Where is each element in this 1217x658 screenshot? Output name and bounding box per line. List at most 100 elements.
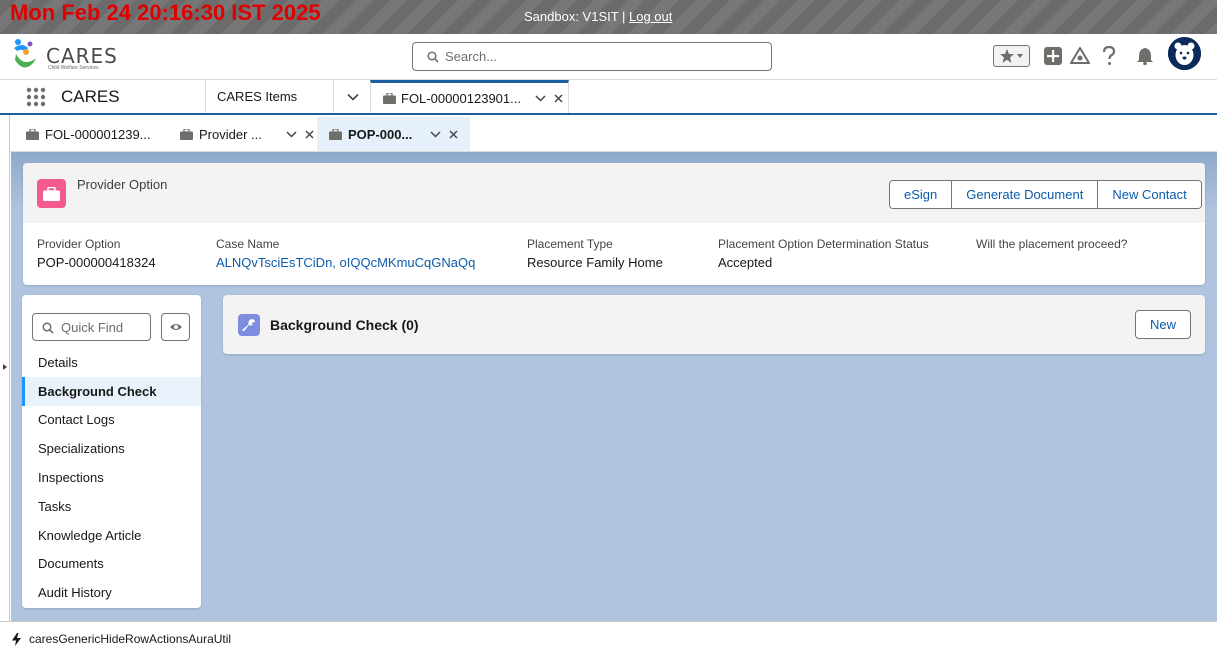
briefcase-icon (329, 128, 342, 140)
new-contact-button[interactable]: New Contact (1097, 181, 1201, 208)
lightning-bolt-icon (12, 632, 21, 646)
close-icon[interactable] (449, 130, 458, 139)
expand-arrow-icon[interactable] (3, 364, 7, 370)
global-header: CARES Child Welfare Services (0, 34, 1217, 80)
highlight-determination-status: Placement Option Determination Status Ac… (718, 237, 929, 270)
related-nav-item-details[interactable]: Details (22, 348, 201, 377)
toggle-visibility-button[interactable] (161, 313, 190, 341)
briefcase-icon (43, 186, 60, 201)
logo-figure-icon (14, 39, 36, 68)
case-name-link[interactable]: ALNQvTsciEsTCiDn, oIQQcMKmuCqGNaQq (216, 255, 475, 270)
record-type-label: Provider Option (77, 177, 168, 192)
trailhead-button[interactable] (1069, 42, 1091, 70)
chevron-down-icon[interactable] (535, 94, 546, 102)
esign-button[interactable]: eSign (890, 181, 952, 208)
global-add-button[interactable] (1043, 42, 1063, 70)
highlight-placement-proceed: Will the placement proceed? (976, 237, 1127, 255)
generate-document-button[interactable]: Generate Document (951, 181, 1098, 208)
field-value: Accepted (718, 255, 773, 270)
highlight-case-name: Case Name ALNQvTsciEsTCiDn, oIQQcMKmuCqG… (216, 237, 475, 270)
app-navigation-bar: CARES CARES Items FOL-00000123901... (0, 80, 1217, 115)
clock-text: Mon Feb 24 20:16:30 IST 2025 (10, 0, 321, 25)
chevron-down-icon (346, 93, 359, 101)
help-button[interactable] (1099, 42, 1119, 70)
chevron-down-icon[interactable] (1015, 48, 1025, 64)
trailhead-icon (1070, 47, 1090, 64)
app-name: CARES (61, 87, 120, 106)
briefcase-icon (383, 92, 396, 104)
field-label: Placement Type (527, 237, 613, 251)
add-icon (1044, 47, 1062, 65)
field-value: POP-000000418324 (37, 255, 156, 270)
related-list-title[interactable]: Background Check (0) (270, 317, 419, 333)
utility-item[interactable]: caresGenericHideRowActionsAuraUtil (12, 632, 231, 646)
related-nav-item-audit-history[interactable]: Audit History (22, 578, 201, 607)
utility-bar: caresGenericHideRowActionsAuraUtil (0, 621, 1217, 658)
cares-logo[interactable]: CARES Child Welfare Services (12, 38, 122, 76)
global-search-input[interactable] (445, 43, 765, 70)
notifications-bell-icon (1137, 48, 1153, 65)
briefcase-icon (26, 128, 39, 140)
favorites-star-icon[interactable] (999, 48, 1015, 64)
related-list-icon (238, 314, 260, 336)
nav-tab-cares-items[interactable]: CARES Items (205, 80, 333, 113)
quick-find-input[interactable] (61, 314, 149, 340)
close-icon[interactable] (305, 130, 314, 139)
new-background-check-button[interactable]: New (1135, 310, 1191, 339)
related-nav-item-contact-logs[interactable]: Contact Logs (22, 406, 201, 435)
close-icon[interactable] (554, 94, 563, 103)
field-label: Placement Option Determination Status (718, 237, 929, 251)
field-value: Resource Family Home (527, 255, 663, 270)
bear-avatar-icon (1168, 37, 1201, 70)
user-avatar[interactable] (1168, 37, 1201, 70)
related-nav-item-inspections[interactable]: Inspections (22, 463, 201, 492)
subtab-provider[interactable]: Provider ... (180, 117, 320, 151)
subtab-label: POP-000... (348, 126, 413, 142)
background-check-related-list: Background Check (0) New (223, 295, 1205, 354)
split-view-gutter[interactable] (0, 115, 10, 621)
search-icon (42, 322, 54, 334)
nav-tab-label: FOL-00000123901... (401, 90, 521, 106)
related-list-navigation: Details Background Check Contact Logs Sp… (22, 295, 201, 608)
subtab-folder[interactable]: FOL-000001239... (26, 117, 176, 151)
related-nav-item-documents[interactable]: Documents (22, 550, 201, 579)
help-icon (1102, 46, 1116, 65)
record-type-icon (37, 179, 66, 208)
eye-icon (169, 324, 182, 330)
logo-subtitle: Child Welfare Services (48, 65, 99, 71)
briefcase-icon (180, 128, 193, 140)
notifications-button[interactable] (1135, 42, 1155, 70)
subtab-label: Provider ... (199, 126, 262, 142)
nav-items-menu-button[interactable] (333, 80, 371, 113)
field-label: Provider Option (37, 237, 121, 251)
related-nav-item-specializations[interactable]: Specializations (22, 434, 201, 463)
wrench-icon (242, 319, 255, 332)
related-nav-item-knowledge-article[interactable]: Knowledge Article (22, 521, 201, 550)
field-label: Will the placement proceed? (976, 237, 1128, 251)
chevron-down-icon[interactable] (430, 130, 441, 138)
record-actions-group: eSign Generate Document New Contact (889, 180, 1202, 209)
related-nav-item-background-check[interactable]: Background Check (22, 376, 201, 406)
record-highlights-panel: Provider Option eSign Generate Document … (23, 163, 1205, 285)
utility-item-label: caresGenericHideRowActionsAuraUtil (29, 632, 232, 646)
highlight-provider-option: Provider Option POP-000000418324 (37, 237, 156, 270)
quick-find-box[interactable] (32, 313, 151, 341)
global-search-box[interactable] (412, 42, 772, 71)
nav-tab-label: CARES Items (217, 89, 298, 104)
highlight-placement-type: Placement Type Resource Family Home (527, 237, 663, 270)
related-list-menu: Details Background Check Contact Logs Sp… (22, 348, 201, 607)
subtab-provider-option-active[interactable]: POP-000... (317, 117, 470, 151)
sandbox-label: Sandbox: V1SIT | (524, 9, 626, 24)
app-launcher-waffle-icon[interactable] (26, 87, 46, 107)
chevron-down-icon[interactable] (286, 130, 297, 138)
search-icon (427, 51, 439, 63)
subtab-bar: FOL-000001239... Provider ... POP-000... (10, 115, 1217, 152)
nav-tab-active-record[interactable]: FOL-00000123901... (370, 80, 569, 113)
subtab-label: FOL-000001239... (45, 126, 151, 142)
logout-link[interactable]: Log out (629, 9, 672, 24)
sandbox-bar: Mon Feb 24 20:16:30 IST 2025 Sandbox: V1… (0, 0, 1217, 34)
favorites-button-group[interactable] (993, 45, 1030, 67)
field-label: Case Name (216, 237, 280, 251)
related-nav-item-tasks[interactable]: Tasks (22, 492, 201, 521)
record-workspace: Provider Option eSign Generate Document … (11, 152, 1217, 621)
